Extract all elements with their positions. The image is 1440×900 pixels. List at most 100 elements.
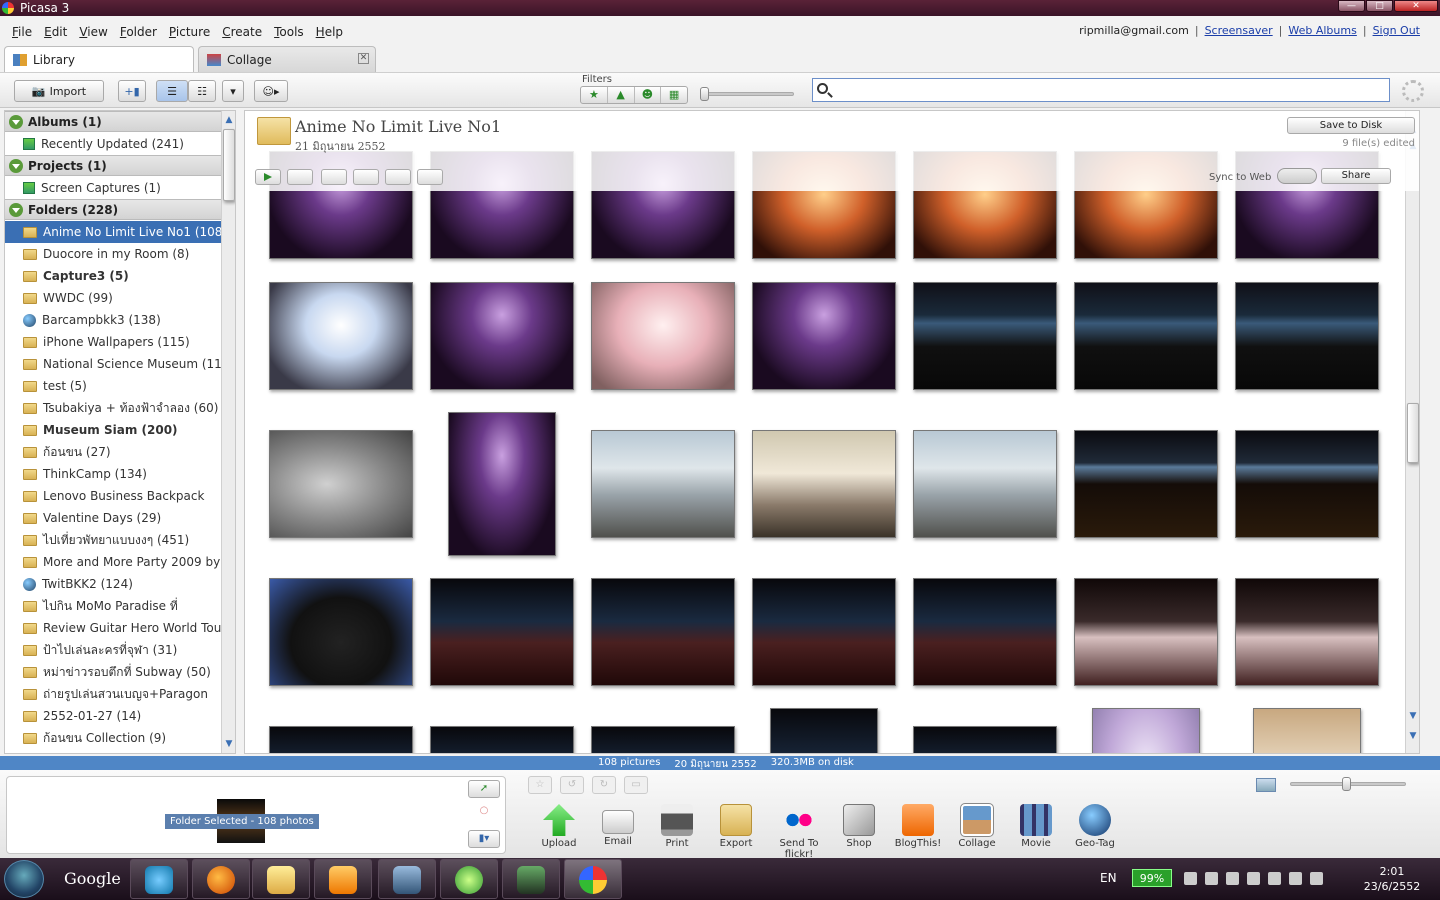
clear-selection-icon[interactable]: ○ — [468, 803, 500, 821]
date-filter-slider-handle[interactable] — [700, 87, 709, 101]
blogthis-button[interactable]: BlogThis! — [889, 804, 947, 849]
scrollbar-thumb[interactable] — [223, 129, 235, 201]
folder-item[interactable]: Lenovo Business Backpack — [5, 485, 221, 507]
folders-section-header[interactable]: Folders (228) — [5, 199, 221, 220]
folder-item[interactable]: Capture3 (5) — [5, 265, 221, 287]
folder-item[interactable]: WWDC (99) — [5, 287, 221, 309]
email-button[interactable]: Email — [589, 804, 647, 847]
folder-item[interactable]: ไปเที่ยวพัทยาแบบงงๆ (451) — [5, 529, 221, 551]
folder-item[interactable]: National Science Museum (110) — [5, 353, 221, 375]
people-icon[interactable] — [417, 169, 443, 185]
photo-thumbnail[interactable] — [591, 282, 735, 390]
system-clock[interactable]: 2:01 23/6/2552 — [1360, 864, 1424, 894]
action-center-flag-icon[interactable] — [1247, 872, 1260, 885]
geo-tag-button[interactable]: Geo-Tag — [1066, 804, 1124, 849]
photo-grid-scrollbar[interactable]: ▲ ▲ ▼ ▼ — [1405, 111, 1419, 753]
photo-thumbnail[interactable] — [1074, 282, 1218, 390]
menu-picture[interactable]: Picture — [163, 24, 216, 40]
folder-item-selected[interactable]: Anime No Limit Live No1 (108) — [5, 221, 221, 243]
photo-thumbnail[interactable] — [752, 430, 896, 538]
sidebar-scrollbar[interactable]: ▲ ▼ — [221, 111, 235, 753]
rotate-left-icon[interactable]: ↺ — [560, 776, 584, 794]
network-signal-icon[interactable] — [1289, 872, 1302, 885]
menu-file[interactable]: File — [6, 24, 38, 40]
scroll-down-icon[interactable]: ▼ — [222, 737, 235, 751]
video-filter-icon[interactable]: ▦ — [661, 87, 687, 103]
photo-thumbnail[interactable] — [269, 282, 413, 390]
security-shield-icon[interactable] — [1226, 872, 1239, 885]
show-hidden-icons-icon[interactable] — [1205, 872, 1218, 885]
photo-thumbnail[interactable] — [269, 430, 413, 538]
menu-tools[interactable]: Tools — [268, 24, 310, 40]
picasa-taskbar-button[interactable] — [564, 859, 622, 899]
project-item[interactable]: Screen Captures (1) — [5, 177, 221, 199]
menu-help[interactable]: Help — [310, 24, 349, 40]
star-icon[interactable]: ☆ — [528, 776, 552, 794]
movie-button[interactable]: Movie — [1007, 804, 1065, 849]
scroll-down-icon[interactable]: ▼ — [1406, 709, 1419, 723]
minimize-button[interactable]: — — [1338, 0, 1365, 12]
print-button[interactable]: Print — [648, 804, 706, 849]
folder-item[interactable]: 2552-01-27 (14) — [5, 705, 221, 727]
uploaded-filter-icon[interactable]: ▲ — [608, 87, 635, 103]
shop-button[interactable]: Shop — [830, 804, 888, 849]
folder-item[interactable]: Duocore in my Room (8) — [5, 243, 221, 265]
view-options-dropdown[interactable]: ▾ — [222, 80, 244, 102]
timeline-icon[interactable] — [321, 169, 347, 185]
folder-item[interactable]: Museum Siam (200) — [5, 419, 221, 441]
share-button[interactable]: Share — [1321, 168, 1391, 184]
folder-item[interactable]: ถ่ายรูปเล่นสวนเบญจ+Paragon — [5, 683, 221, 705]
photo-thumbnail[interactable] — [430, 726, 574, 753]
folder-item[interactable]: Barcampbkk3 (138) — [5, 309, 221, 331]
close-window-button[interactable]: ✕ — [1394, 0, 1438, 12]
photo-thumbnail[interactable] — [1253, 708, 1361, 753]
photo-thumbnail[interactable] — [913, 726, 1057, 753]
tray-icon[interactable] — [1184, 872, 1197, 885]
photo-thumbnail[interactable] — [752, 578, 896, 686]
thumbnail-size-slider-handle[interactable] — [1342, 777, 1351, 791]
photo-thumbnail[interactable] — [1235, 430, 1379, 538]
photo-thumbnail[interactable] — [448, 412, 556, 556]
hold-pin-icon[interactable]: ➚ — [468, 780, 500, 798]
chat-taskbar-button[interactable] — [440, 859, 498, 899]
add-to-album-dropdown-icon[interactable]: ▮▾ — [468, 830, 500, 848]
folder-item[interactable]: TwitBKK2 (124) — [5, 573, 221, 595]
folder-item[interactable]: หม่าข่าวรอบตึกที่ Subway (50) — [5, 661, 221, 683]
menu-edit[interactable]: Edit — [38, 24, 73, 40]
add-caption-icon[interactable] — [353, 169, 379, 185]
photo-thumbnail[interactable] — [913, 578, 1057, 686]
photo-thumbnail[interactable] — [913, 282, 1057, 390]
photo-thumbnail[interactable] — [913, 430, 1057, 538]
ie-taskbar-button[interactable] — [130, 859, 188, 899]
photo-thumbnail[interactable] — [591, 430, 735, 538]
photo-thumbnail[interactable] — [770, 708, 878, 753]
close-tab-icon[interactable]: ✕ — [358, 53, 369, 64]
input-language[interactable]: EN — [1100, 871, 1117, 885]
firefox-taskbar-button[interactable] — [192, 859, 250, 899]
album-item[interactable]: Recently Updated (241) — [5, 133, 221, 155]
folder-item[interactable]: ป้าไปเล่นละครที่จุฬา (31) — [5, 639, 221, 661]
photo-thumbnail[interactable] — [1092, 708, 1200, 753]
battery-indicator[interactable]: 99% — [1132, 869, 1172, 887]
folder-item[interactable]: Tsubakiya + ท้องฟ้าจำลอง (60) — [5, 397, 221, 419]
folder-item[interactable]: test (5) — [5, 375, 221, 397]
add-to-album-button[interactable]: +▮ — [118, 80, 146, 102]
menu-create[interactable]: Create — [216, 24, 268, 40]
photo-thumbnail[interactable] — [591, 726, 735, 753]
projects-section-header[interactable]: Projects (1) — [5, 155, 221, 176]
save-to-disk-button[interactable]: Save to Disk — [1287, 117, 1415, 134]
albums-section-header[interactable]: Albums (1) — [5, 111, 221, 132]
star-icon[interactable] — [385, 169, 411, 185]
export-html-icon[interactable] — [287, 169, 313, 185]
export-button[interactable]: Export — [707, 804, 765, 849]
photo-thumbnail[interactable] — [1235, 282, 1379, 390]
folder-item[interactable]: Review Guitar Hero World Tour — [5, 617, 221, 639]
scroll-to-bottom-icon[interactable]: ▼ — [1406, 729, 1419, 743]
folder-item[interactable]: More and More Party 2009 by — [5, 551, 221, 573]
menu-folder[interactable]: Folder — [114, 24, 163, 40]
terminal-taskbar-button[interactable] — [502, 859, 560, 899]
google-toolbar-label[interactable]: Google — [64, 869, 121, 888]
photo-thumbnail[interactable] — [430, 578, 574, 686]
start-button[interactable] — [4, 860, 44, 898]
remote-desktop-taskbar-button[interactable] — [378, 859, 436, 899]
